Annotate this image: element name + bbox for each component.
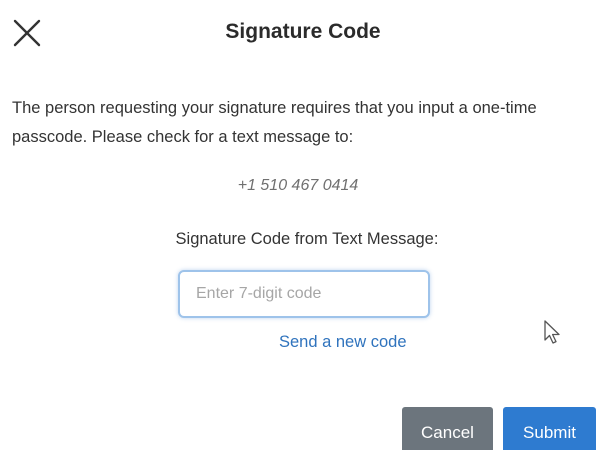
signature-code-input[interactable] [178,270,430,318]
dialog-title: Signature Code [225,20,381,43]
phone-number: +1 510 467 0414 [237,177,359,194]
send-new-code-link[interactable]: Send a new code [279,333,407,352]
cancel-button[interactable]: Cancel [402,407,493,450]
code-field-label: Signature Code from Text Message: [175,230,439,248]
instruction-text: The person requesting your signature req… [12,99,537,146]
mouse-pointer-icon [544,320,560,344]
submit-button[interactable]: Submit [503,407,596,450]
signature-code-dialog: Signature Code The person requesting you… [0,0,596,450]
